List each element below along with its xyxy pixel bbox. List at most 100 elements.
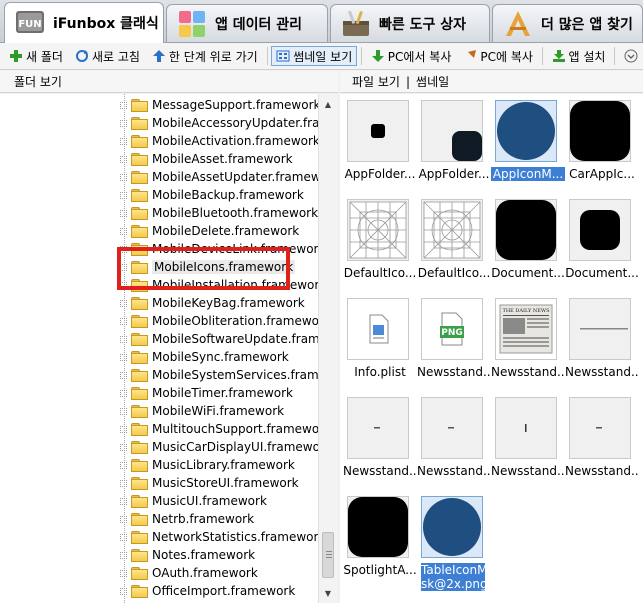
install-app-button[interactable]: 앱 설치	[547, 46, 611, 66]
expand-icon[interactable]	[120, 173, 127, 181]
thumbnail-item[interactable]: Newsstand...	[565, 392, 639, 484]
expand-icon[interactable]	[120, 227, 127, 235]
expand-icon[interactable]	[120, 389, 127, 397]
tree-item[interactable]: MobileBackup.framework	[120, 186, 304, 204]
expand-icon[interactable]	[120, 407, 127, 415]
expand-icon[interactable]	[120, 587, 127, 595]
tab-toolbox[interactable]: 빠른 도구 상자	[330, 4, 490, 42]
thumbnail-item[interactable]: N	[639, 293, 643, 385]
expand-icon[interactable]	[120, 443, 127, 451]
tree-item[interactable]: MusicStoreUI.framework	[120, 474, 299, 492]
expand-icon[interactable]	[120, 425, 127, 433]
tree-item[interactable]: OAuth.framework	[120, 564, 258, 582]
tree-item[interactable]: MobileDelete.framework	[120, 222, 299, 240]
tree-item[interactable]: MessageSupport.framework	[120, 96, 318, 114]
expand-icon[interactable]	[120, 461, 127, 469]
scroll-down-arrow-icon[interactable]: ▼	[319, 585, 337, 601]
tree-item[interactable]: MobileAccessoryUpdater.framework	[120, 114, 318, 132]
tab-ifunbox-classic[interactable]: FUN iFunbox 클래식	[4, 2, 164, 43]
tree-item[interactable]: MobileObliteration.framework	[120, 312, 318, 330]
copy-to-pc-button[interactable]: PC에 복사	[458, 46, 538, 66]
thumbnail-item[interactable]: DefaultIco...	[343, 194, 416, 286]
tree-item[interactable]: MobileActivation.framework	[120, 132, 318, 150]
thumbnail-item[interactable]: Newsstand...	[417, 392, 491, 484]
expand-icon[interactable]	[120, 209, 127, 217]
app-store-icon	[506, 10, 530, 36]
tree-item[interactable]: MobileSoftwareUpdate.framework	[120, 330, 318, 348]
tree-item[interactable]: MobileKeyBag.framework	[120, 294, 305, 312]
scroll-up-arrow-icon[interactable]: ▲	[319, 96, 337, 112]
folder-icon	[131, 422, 148, 436]
thumbnail-item[interactable]: Newsstand...	[343, 392, 417, 484]
tree-scrollbar[interactable]: ▲ ▼	[318, 94, 337, 603]
thumbnail-item[interactable]: Document...	[565, 194, 639, 286]
folder-icon	[131, 584, 148, 598]
new-folder-button[interactable]: 새 폴더	[4, 46, 68, 66]
expand-icon[interactable]	[120, 551, 127, 559]
tree-item-label: MusicStoreUI.framework	[152, 476, 299, 490]
thumbnail-image	[495, 100, 557, 162]
tree-item[interactable]: MultitouchSupport.framework	[120, 420, 319, 438]
expand-icon[interactable]	[120, 191, 127, 199]
expand-icon[interactable]	[120, 119, 127, 127]
tree-item[interactable]: MobileSystemServices.framework	[120, 366, 318, 384]
thumbnail-item[interactable]: THE DAILY NEWS Newsstand...	[491, 293, 565, 385]
thumbnail-item[interactable]: Newsstand...	[565, 293, 639, 385]
folder-tree[interactable]: MessageSupport.framework MobileAccessoryU…	[0, 94, 319, 603]
tree-item[interactable]: Notes.framework	[120, 546, 255, 564]
thumbnail-item[interactable]: C	[639, 95, 643, 187]
chevron-down-icon	[624, 49, 638, 63]
folder-icon	[131, 296, 148, 310]
refresh-button[interactable]: 새로 고침	[70, 46, 145, 66]
thumbnail-item[interactable]: AppFolder...	[417, 95, 489, 187]
tree-item[interactable]: MobileAsset.framework	[120, 150, 293, 168]
scroll-thumb[interactable]	[322, 532, 334, 578]
thumbnail-item[interactable]: DefaultIco...	[417, 194, 490, 286]
expand-icon[interactable]	[120, 353, 127, 361]
expand-icon[interactable]	[120, 101, 127, 109]
tab-label: 앱 데이터 관리	[215, 16, 303, 33]
thumbnail-item[interactable]: Document...	[491, 194, 565, 286]
tree-item[interactable]: MobileWiFi.framework	[120, 402, 284, 420]
tree-item[interactable]: NetworkStatistics.framework	[120, 528, 318, 546]
expand-icon[interactable]	[120, 299, 127, 307]
tree-item[interactable]: Netrb.framework	[120, 510, 254, 528]
expand-icon[interactable]	[120, 569, 127, 577]
expand-icon[interactable]	[120, 335, 127, 343]
thumbnail-item[interactable]: N	[639, 392, 643, 484]
thumbnail-item[interactable]: TableIconMa sk@2x.png	[417, 491, 487, 591]
expand-icon[interactable]	[120, 371, 127, 379]
expand-icon[interactable]	[120, 317, 127, 325]
thumbnail-item[interactable]: SpotlightA...	[343, 491, 417, 583]
thumbnail-view-button[interactable]: 썸네일 보기	[271, 46, 358, 66]
expand-icon[interactable]	[120, 479, 127, 487]
thumbnail-item[interactable]: Info.plist	[343, 293, 413, 385]
up-level-button[interactable]: 한 단계 위로 가기	[147, 46, 263, 66]
tree-item[interactable]: MobileAssetUpdater.framework	[120, 168, 318, 186]
thumbnail-item[interactable]: PNG Newsstand...	[417, 293, 491, 385]
thumbnail-caption: Newsstand...	[565, 365, 639, 379]
expand-icon[interactable]	[120, 533, 127, 541]
tab-app-data[interactable]: 앱 데이터 관리	[166, 4, 328, 42]
expand-icon[interactable]	[120, 497, 127, 505]
expand-icon[interactable]	[120, 515, 127, 523]
thumbnail-item[interactable]: AppFolder...	[343, 95, 415, 187]
thumbnail-item[interactable]: CarAppIc...	[565, 95, 635, 187]
tree-item[interactable]: MusicCarDisplayUI.framework	[120, 438, 318, 456]
thumbnail-item[interactable]: AppIconM...	[491, 95, 565, 187]
more-button[interactable]	[619, 46, 643, 66]
thumbnail-item[interactable]: D	[639, 194, 643, 286]
tree-item[interactable]: MusicUI.framework	[120, 492, 267, 510]
tree-item-label: MobileBackup.framework	[152, 188, 304, 202]
thumbnail-item[interactable]: Newsstand...	[491, 392, 565, 484]
expand-icon[interactable]	[120, 155, 127, 163]
tab-more-apps[interactable]: 더 많은 앱 찾기	[492, 4, 643, 42]
tree-item[interactable]: MobileBluetooth.framework	[120, 204, 318, 222]
expand-icon[interactable]	[120, 137, 127, 145]
tree-item[interactable]: MobileTimer.framework	[120, 384, 293, 402]
copy-from-pc-button[interactable]: PC에서 복사	[366, 46, 457, 66]
tree-item[interactable]: MusicLibrary.framework	[120, 456, 295, 474]
tree-item-label: MultitouchSupport.framework	[152, 422, 319, 436]
tree-item[interactable]: MobileSync.framework	[120, 348, 289, 366]
tree-item[interactable]: OfficeImport.framework	[120, 582, 295, 600]
